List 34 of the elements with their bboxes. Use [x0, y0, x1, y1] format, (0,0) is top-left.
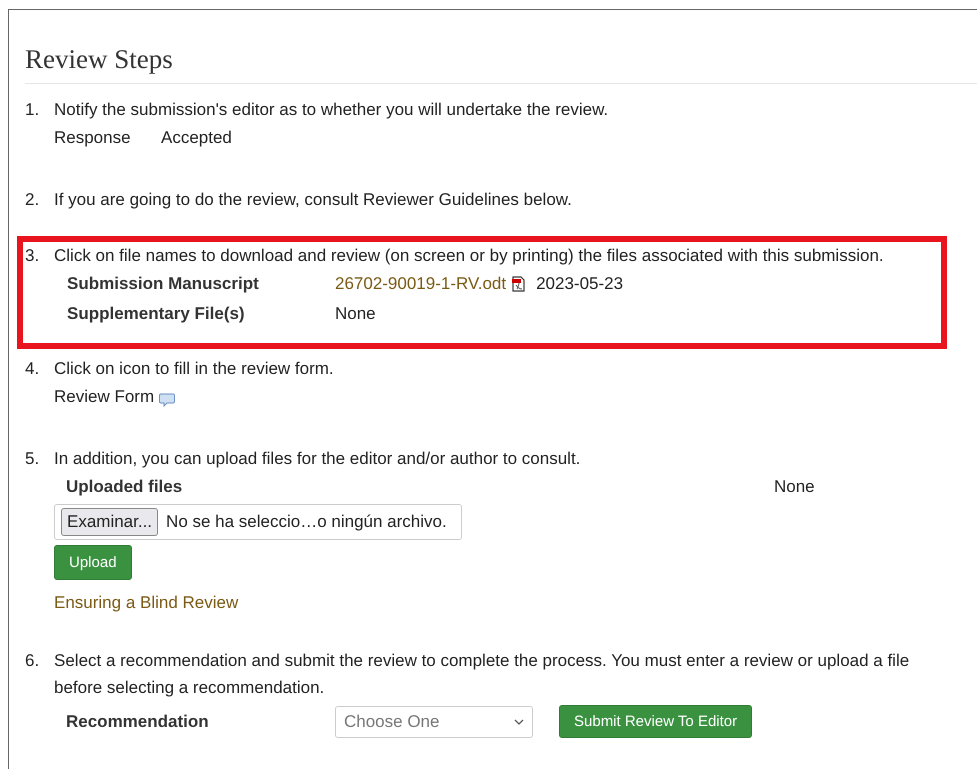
- review-form-label: Review Form: [54, 386, 154, 408]
- step-number: 3.: [25, 245, 40, 267]
- step-text: Select a recommendation and submit the review to complete the process. You must enter a review or upload a file before selecting a recommendation.: [54, 650, 910, 699]
- step-number: 2.: [25, 189, 40, 211]
- step-number: 5.: [25, 448, 40, 470]
- submit-review-button[interactable]: Submit Review To Editor: [559, 705, 752, 738]
- step-text: Notify the submission's editor as to whether you will undertake the review.: [54, 99, 610, 121]
- chevron-down-icon: [514, 718, 524, 724]
- browse-button[interactable]: Examinar...: [61, 508, 158, 536]
- uploaded-files-value: None: [774, 476, 815, 498]
- step-number: 4.: [25, 358, 40, 380]
- step-text: In addition, you can upload files for the editor and/or author to consult.: [54, 448, 582, 470]
- step-text: Click on file names to download and review (on screen or by printing) the files associated with this submission.: [54, 245, 885, 267]
- file-label: Supplementary File(s): [67, 303, 246, 325]
- file-status: No se ha seleccio…o ningún archivo.: [166, 512, 447, 532]
- file-input[interactable]: Examinar... No se ha seleccio…o ningún archivo.: [54, 504, 462, 540]
- step-text: If you are going to do the review, consult Reviewer Guidelines below.: [54, 189, 573, 211]
- uploaded-files-label: Uploaded files: [66, 476, 184, 498]
- step-number: 6.: [25, 650, 40, 672]
- file-label: Submission Manuscript: [67, 273, 260, 295]
- recommendation-label: Recommendation: [66, 710, 210, 732]
- blind-review-link[interactable]: Ensuring a Blind Review: [54, 593, 238, 612]
- file-date: 2023-05-23: [536, 273, 624, 295]
- file-value: None: [335, 303, 376, 325]
- response-value: Accepted: [161, 127, 232, 149]
- section-heading: Review Steps: [25, 10, 977, 84]
- recommendation-select[interactable]: Choose One: [335, 706, 533, 738]
- step-number: 1.: [25, 99, 40, 121]
- response-label: Response: [54, 127, 132, 149]
- document-icon[interactable]: [511, 276, 526, 292]
- speech-bubble-icon[interactable]: [159, 393, 176, 407]
- step-text: Click on icon to fill in the review form.: [54, 358, 335, 380]
- file-link[interactable]: 26702-90019-1-RV.odt: [335, 269, 506, 299]
- upload-button[interactable]: Upload: [54, 545, 132, 580]
